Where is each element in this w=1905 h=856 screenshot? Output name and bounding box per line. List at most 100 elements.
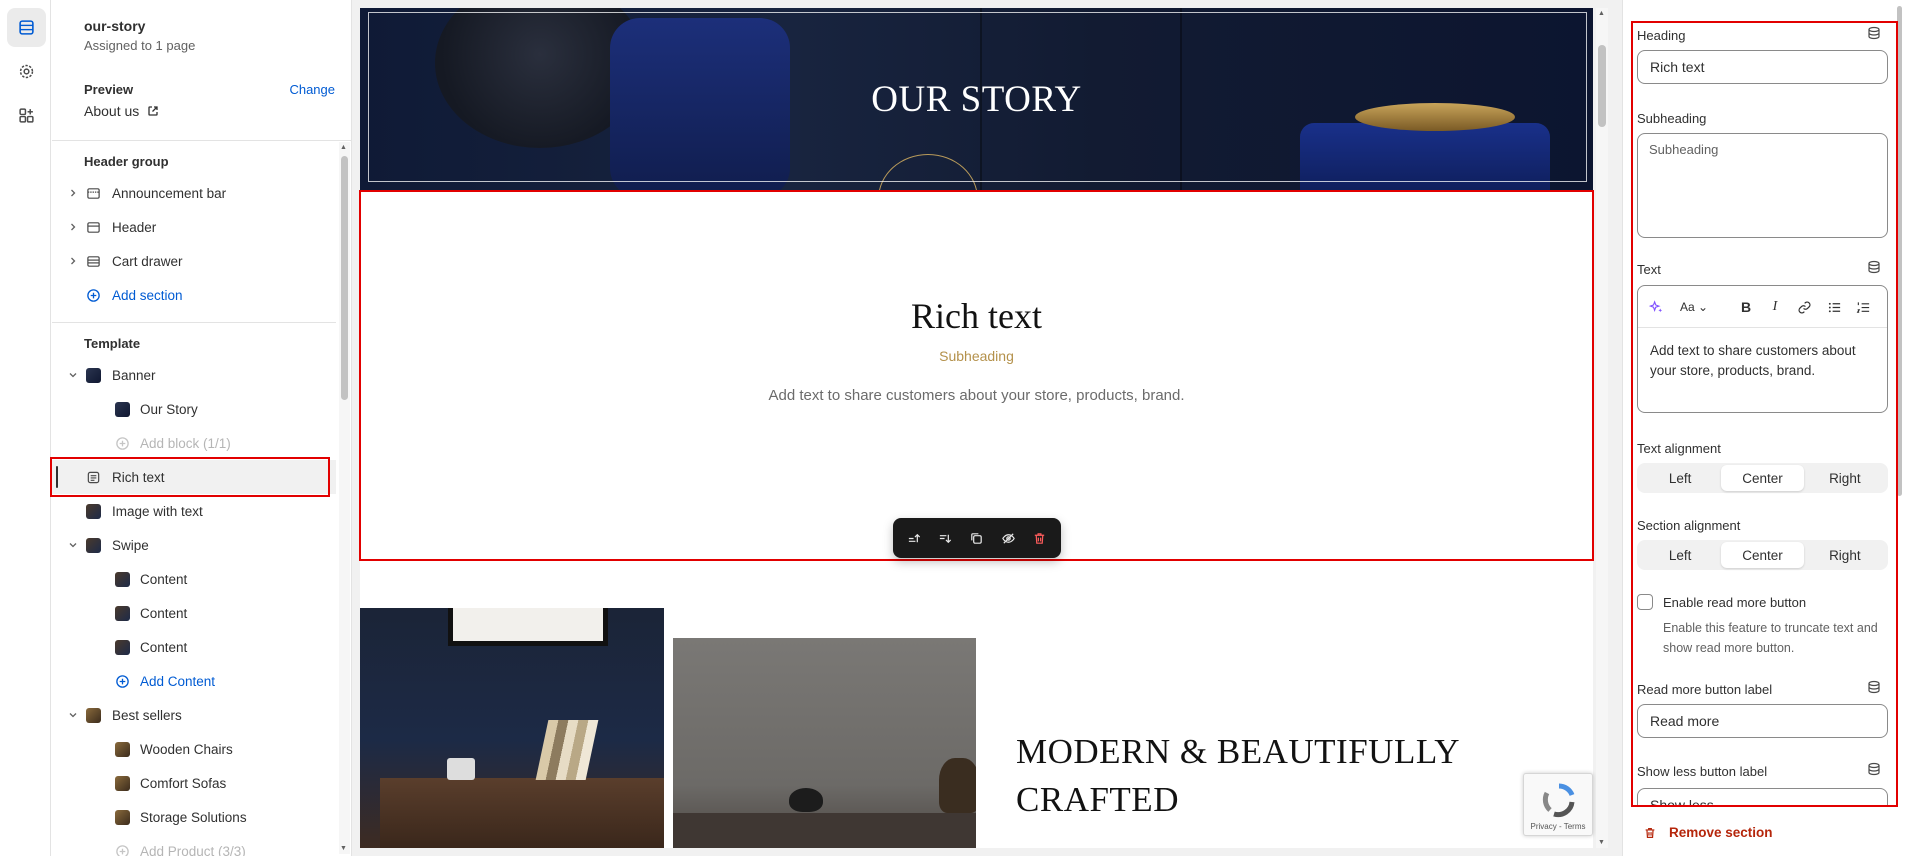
block-image-icon: [114, 571, 130, 587]
section-align-right-option[interactable]: Right: [1804, 542, 1886, 568]
block-product[interactable]: Comfort Sofas: [52, 766, 336, 800]
duplicate-button[interactable]: [966, 527, 988, 549]
add-content-label: Add Content: [140, 673, 216, 689]
read-more-checkbox-label[interactable]: Enable read more button: [1663, 595, 1806, 610]
section-image-with-text[interactable]: Image with text: [52, 494, 336, 528]
dynamic-source-icon[interactable]: [1867, 260, 1881, 274]
section-banner[interactable]: Banner: [52, 358, 336, 392]
bullet-list-button[interactable]: [1824, 297, 1844, 317]
block-label: Wooden Chairs: [140, 741, 233, 757]
remove-section-button[interactable]: Remove section: [1643, 825, 1773, 840]
numbered-list-button[interactable]: [1853, 297, 1873, 317]
scroll-down-arrow-icon[interactable]: ▼: [340, 845, 347, 852]
scroll-down-arrow-icon[interactable]: ▼: [1598, 839, 1605, 846]
section-tree: Header group Announcement bar Header Car…: [52, 140, 336, 856]
teapot: [789, 788, 823, 812]
scroll-up-arrow-icon[interactable]: ▲: [1598, 10, 1605, 17]
books: [535, 720, 599, 780]
bold-button[interactable]: B: [1736, 297, 1756, 317]
chevron-down-icon[interactable]: [68, 710, 78, 720]
clock: [447, 758, 475, 780]
block-label: Content: [140, 571, 188, 587]
dynamic-source-icon[interactable]: [1867, 762, 1881, 776]
section-best-sellers[interactable]: Best sellers: [52, 698, 336, 732]
text-editor-content[interactable]: Add text to share customers about your s…: [1650, 341, 1875, 381]
read-more-input-value: Read more: [1650, 713, 1720, 729]
italic-button[interactable]: I: [1765, 297, 1785, 317]
rich-text-icon: [85, 469, 101, 485]
chevron-right-icon[interactable]: [68, 256, 78, 266]
block-content[interactable]: Content: [52, 562, 336, 596]
show-less-input[interactable]: Show less: [1637, 788, 1888, 806]
ai-generate-button[interactable]: [1646, 297, 1666, 317]
table: [673, 813, 976, 848]
apps-nav-button[interactable]: [7, 96, 46, 135]
numbered-list-icon: [1856, 301, 1869, 313]
dynamic-source-icon[interactable]: [1867, 680, 1881, 694]
product-image-icon: [114, 775, 130, 791]
settings-scrollbar[interactable]: [1894, 0, 1904, 800]
subheading-textarea[interactable]: Subheading: [1637, 133, 1888, 238]
banner-section[interactable]: OUR STORY: [360, 8, 1593, 191]
chevron-right-icon[interactable]: [68, 222, 78, 232]
block-content[interactable]: Content: [52, 596, 336, 630]
block-content[interactable]: Content: [52, 630, 336, 664]
text-style-dropdown[interactable]: Aa ⌄: [1676, 297, 1712, 317]
section-announcement-bar[interactable]: Announcement bar: [52, 176, 336, 210]
preview-scrollbar[interactable]: ▲ ▼: [1596, 8, 1608, 848]
rich-text-section[interactable]: Rich text Subheading Add text to share c…: [360, 191, 1593, 561]
text-rich-editor[interactable]: Aa ⌄ B I Add text to share customers abo…: [1637, 285, 1888, 413]
banner-title: OUR STORY: [871, 79, 1082, 120]
chevron-down-icon[interactable]: [68, 370, 78, 380]
scroll-thumb[interactable]: [341, 156, 348, 400]
image-with-text-heading: MODERN & BEAUTIFULLY CRAFTED: [1016, 732, 1459, 819]
hide-button[interactable]: [997, 527, 1019, 549]
product-image-icon: [114, 741, 130, 757]
block-label: Comfort Sofas: [140, 775, 227, 791]
sidebar-scrollbar[interactable]: ▲ ▼: [339, 142, 350, 854]
read-more-checkbox[interactable]: [1637, 594, 1653, 610]
block-product[interactable]: Wooden Chairs: [52, 732, 336, 766]
recaptcha-text: Privacy - Terms: [1530, 822, 1586, 831]
scroll-thumb[interactable]: [1897, 6, 1902, 496]
section-align-center-option[interactable]: Center: [1721, 542, 1804, 568]
add-product-button[interactable]: Add Product (3/3): [52, 834, 336, 856]
recaptcha-badge[interactable]: Privacy - Terms: [1523, 773, 1593, 836]
show-less-input-clip: Show less: [1623, 786, 1905, 806]
section-header[interactable]: Header: [52, 210, 336, 244]
change-preview-link[interactable]: Change: [289, 82, 335, 97]
text-align-right-option[interactable]: Right: [1804, 465, 1886, 491]
section-align-left-option[interactable]: Left: [1639, 542, 1721, 568]
text-align-center-option[interactable]: Center: [1721, 465, 1804, 491]
show-less-input-value: Show less: [1650, 797, 1714, 806]
heading-input[interactable]: Rich text: [1637, 50, 1888, 84]
section-rich-text[interactable]: Rich text: [52, 460, 336, 494]
chevron-down-icon[interactable]: [68, 540, 78, 550]
section-cart-drawer[interactable]: Cart drawer: [52, 244, 336, 278]
chevron-right-icon[interactable]: [68, 188, 78, 198]
read-more-input[interactable]: Read more: [1637, 704, 1888, 738]
move-down-icon: [940, 534, 952, 543]
move-down-button[interactable]: [935, 527, 957, 549]
scroll-thumb[interactable]: [1598, 45, 1606, 127]
read-more-label: Read more button label: [1637, 682, 1773, 697]
section-swipe[interactable]: Swipe: [52, 528, 336, 562]
preview-page-link[interactable]: About us: [84, 103, 159, 119]
block-product[interactable]: Storage Solutions: [52, 800, 336, 834]
add-content-button[interactable]: Add Content: [52, 664, 336, 698]
dynamic-source-icon[interactable]: [1867, 26, 1881, 40]
settings-nav-button[interactable]: [7, 52, 46, 91]
text-align-left-option[interactable]: Left: [1639, 465, 1721, 491]
link-button[interactable]: [1794, 297, 1814, 317]
block-label: Content: [140, 639, 188, 655]
add-section-button[interactable]: Add section: [52, 278, 336, 312]
sections-nav-button[interactable]: [7, 8, 46, 47]
image-with-text-section[interactable]: MODERN & BEAUTIFULLY CRAFTED: [360, 608, 1593, 848]
delete-button[interactable]: [1028, 527, 1050, 549]
move-up-icon: [908, 533, 921, 542]
add-block-button[interactable]: Add block (1/1): [52, 426, 336, 460]
scroll-up-arrow-icon[interactable]: ▲: [340, 144, 347, 151]
swipe-section-icon: [85, 537, 101, 553]
block-our-story[interactable]: Our Story: [52, 392, 336, 426]
move-up-button[interactable]: [904, 527, 926, 549]
